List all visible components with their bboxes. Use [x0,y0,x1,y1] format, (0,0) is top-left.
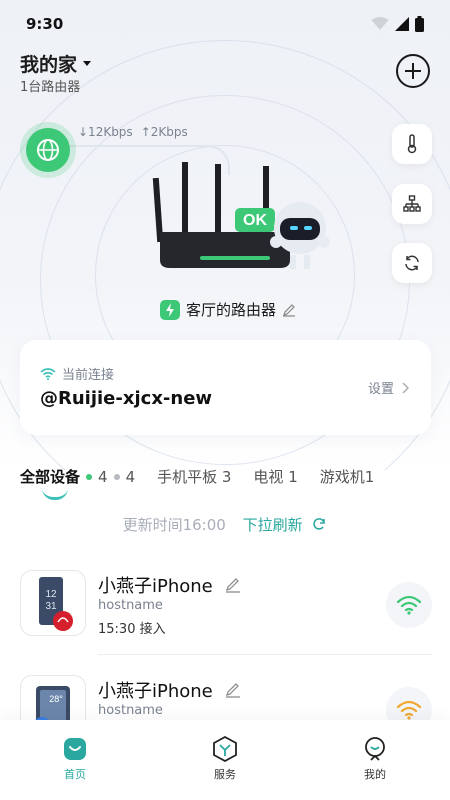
thermometer-icon [407,134,417,154]
network-topology-icon [403,195,421,212]
device-connect-time: 15:30 接入 [98,622,166,637]
online-dot [86,473,93,480]
signal-icon [395,17,409,31]
tab-game-console[interactable]: 游戏机1 [320,466,375,487]
nav-mine-label: 我的 [364,768,386,781]
update-time: 更新时间16:00 [122,516,226,534]
speed-readout: ↓12Kbps ↑2Kbps [78,125,188,139]
pull-refresh-hint[interactable]: 下拉刷新 [243,516,303,534]
device-name: 小燕子iPhone [98,576,213,597]
svg-text:31: 31 [45,601,57,612]
active-tab-indicator [42,488,68,500]
wifi-icon [40,367,56,380]
connection-ssid: @Ruijie-xjcx-new [40,388,213,409]
tab-all-devices[interactable]: 全部设备 4 4 [20,466,135,487]
caret-down-icon [83,61,92,66]
offline-dot [113,473,120,480]
edit-icon[interactable] [225,577,241,593]
download-speed: ↓12Kbps [78,125,133,139]
bottom-nav: 首页 服务 我的 [0,720,450,800]
settings-label: 设置 [367,382,394,397]
add-button[interactable] [396,54,430,88]
edit-icon[interactable] [225,682,241,698]
tab-phones-tablets[interactable]: 手机平板 3 [157,466,231,487]
nav-home-label: 首页 [64,768,86,781]
svg-text:12: 12 [45,589,57,600]
internet-globe-icon[interactable] [26,128,70,172]
status-bar: 9:30 [0,0,450,48]
battery-icon [415,16,424,32]
wifi-status-icon [371,17,389,30]
refresh-icon [313,518,326,530]
device-tabs: 全部设备 4 4 手机平板 3 电视 1 游戏机1 [20,466,450,487]
tab-tv[interactable]: 电视 1 [253,466,297,487]
divider [98,654,432,655]
phone-icon: 12 31 [39,577,73,631]
router-illustration[interactable]: OK [140,160,340,280]
router-name-row[interactable]: 客厅的路由器 [160,299,296,320]
nav-mine[interactable]: 我的 [335,736,415,782]
chevron-right-icon [402,382,409,393]
wifi-signal-icon [396,700,422,720]
plus-icon [405,63,421,79]
nav-home[interactable]: 首页 [35,736,115,782]
bolt-icon [160,299,180,320]
router-ok-badge: OK [243,212,267,229]
online-count: 4 [98,467,108,486]
update-row: 更新时间16:00 下拉刷新 [0,514,450,535]
home-name: 我的家 [20,54,78,76]
tab-label: 全部设备 [20,468,81,486]
upload-speed: ↑2Kbps [140,125,188,139]
current-connection-card[interactable]: 当前连接 @Ruijie-xjcx-new 设置 [20,340,431,435]
router-name: 客厅的路由器 [186,301,277,319]
connection-label: 当前连接 [62,368,115,383]
nav-service-label: 服务 [214,768,236,781]
topology-button[interactable] [392,184,432,224]
device-signal [386,582,432,628]
nav-service[interactable]: 服务 [185,736,265,782]
offline-count: 4 [125,467,136,486]
connection-settings-button[interactable]: 设置 [368,378,409,397]
svg-text:28°: 28° [49,694,63,704]
device-name: 小燕子iPhone [98,681,213,702]
status-time: 9:30 [26,15,64,33]
edit-icon[interactable] [282,303,296,317]
service-icon [213,736,237,762]
temperature-button[interactable] [392,124,432,164]
home-selector[interactable]: 我的家 [20,50,92,77]
home-icon [64,738,86,760]
list-item[interactable]: 12 31 小燕子iPhone hostname 15:30 接入 [0,570,450,670]
device-hostname: hostname [98,598,163,613]
wifi-signal-icon [396,595,422,615]
sync-icon [405,255,419,271]
device-hostname: hostname [98,703,163,718]
router-count: 1台路由器 [20,80,81,95]
device-thumbnail: 12 31 [20,570,86,636]
refresh-router-button[interactable] [392,243,432,283]
profile-icon [365,737,385,761]
